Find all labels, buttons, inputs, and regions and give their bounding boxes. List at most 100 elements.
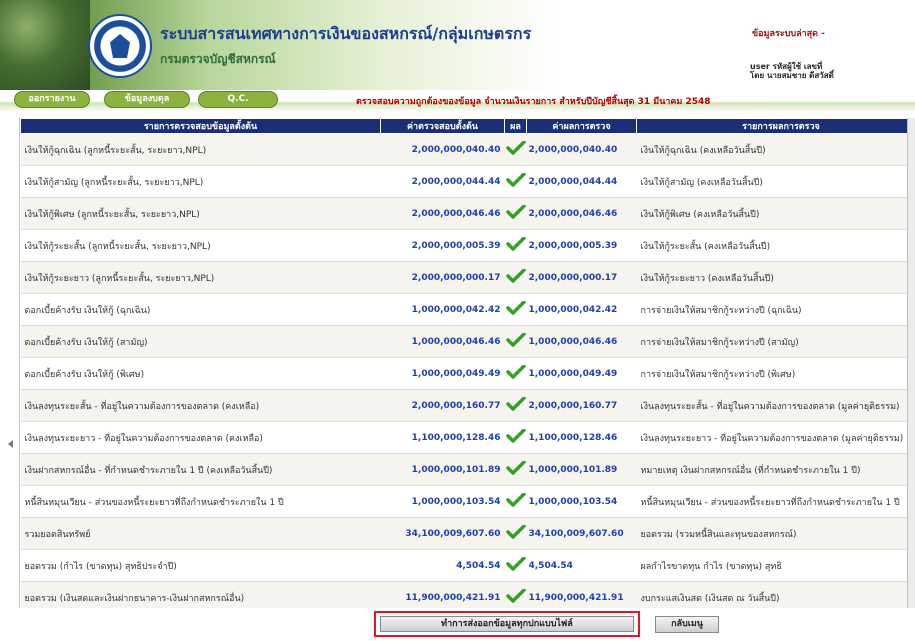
column-header-check-value: ค่าผลการตรวจ bbox=[526, 118, 637, 134]
check-value: 2,000,000,046.46 bbox=[526, 197, 637, 230]
check-item-label: ดอกเบี้ยค้างรับ เงินให้กู้ (ฉุกเฉิน) bbox=[20, 293, 381, 326]
verification-table: รายการตรวจสอบข้อมูลตั้งต้น ค่าตรวจสอบตั้… bbox=[20, 118, 915, 608]
column-header-result: ผล bbox=[504, 118, 527, 134]
check-mark-icon bbox=[504, 325, 527, 358]
check-value: 4,504.54 bbox=[526, 549, 637, 582]
check-item-label: ยอดรวม (เงินสดและเงินฝากธนาคาร-เงินฝากสห… bbox=[20, 581, 381, 608]
check-mark-icon bbox=[504, 517, 527, 550]
seal-emblem-icon bbox=[110, 34, 130, 58]
table-row: เงินฝากสหกรณ์อื่น - ที่กำหนดชำระภายใน 1 … bbox=[20, 453, 915, 486]
check-value: 2,000,000,160.77 bbox=[526, 389, 637, 422]
table-row: ดอกเบี้ยค้างรับ เงินให้กู้ (พิเศษ) 1,000,… bbox=[20, 357, 915, 390]
initial-value: 2,000,000,046.46 bbox=[380, 197, 505, 230]
check-mark-icon bbox=[504, 229, 527, 262]
check-item-label: ดอกเบี้ยค้างรับ เงินให้กู้ (สามัญ) bbox=[20, 325, 381, 358]
check-item-label: ดอกเบี้ยค้างรับ เงินให้กู้ (พิเศษ) bbox=[20, 357, 381, 390]
table-row: เงินให้กู้ระยะสั้น (ลูกหนี้ระยะสั้น, ระย… bbox=[20, 229, 915, 262]
check-value: 2,000,000,044.44 bbox=[526, 165, 637, 198]
app-subtitle: กรมตรวจบัญชีสหกรณ์ bbox=[160, 52, 276, 66]
check-item-label: เงินให้กู้สามัญ (ลูกหนี้ระยะสั้น, ระยะยา… bbox=[20, 165, 381, 198]
result-item-label: เงินให้กู้ฉุกเฉิน (คงเหลือวันสิ้นปี) bbox=[636, 133, 915, 166]
column-header-result-item: รายการผลการตรวจ bbox=[636, 118, 915, 134]
initial-value: 1,000,000,049.49 bbox=[380, 357, 505, 390]
result-item-label: หมายเหตุ เงินฝากสหกรณ์อื่น (ที่กำหนดชำระ… bbox=[636, 453, 915, 486]
result-item-label: เงินลงทุนระยะสั้น - ที่อยู่ในความต้องการ… bbox=[636, 389, 915, 422]
app-title: ระบบสารสนเทศทางการเงินของสหกรณ์/กลุ่มเกษ… bbox=[160, 24, 532, 43]
result-item-label: ยอดรวม (รวมหนี้สินและทุนของสหกรณ์) bbox=[636, 517, 915, 550]
initial-value: 2,000,000,000.17 bbox=[380, 261, 505, 294]
last-update-label: ข้อมูลระบบล่าสุด - bbox=[752, 29, 825, 39]
tab-qc[interactable]: Q.C. bbox=[198, 91, 278, 108]
department-seal-logo bbox=[88, 14, 152, 78]
check-mark-icon bbox=[504, 581, 527, 608]
check-value: 1,000,000,042.42 bbox=[526, 293, 637, 326]
initial-value: 4,504.54 bbox=[380, 549, 505, 582]
check-value: 1,000,000,101.89 bbox=[526, 453, 637, 486]
table-row: รวมยอดสินทรัพย์ 34,100,009,607.60 34,100,0… bbox=[20, 517, 915, 550]
check-mark-icon bbox=[504, 133, 527, 166]
table-body: เงินให้กู้ฉุกเฉิน (ลูกหนี้ระยะสั้น, ระยะ… bbox=[20, 133, 915, 608]
initial-value: 2,000,000,160.77 bbox=[380, 389, 505, 422]
initial-value: 34,100,009,607.60 bbox=[380, 517, 505, 550]
result-item-label: เงินให้กู้ระยะยาว (คงเหลือวันสิ้นปี) bbox=[636, 261, 915, 294]
check-item-label: เงินลงทุนระยะยาว - ที่อยู่ในความต้องการข… bbox=[20, 421, 381, 454]
table-row: ดอกเบี้ยค้างรับ เงินให้กู้ (สามัญ) 1,000,… bbox=[20, 325, 915, 358]
check-mark-icon bbox=[504, 485, 527, 518]
initial-value: 1,100,000,128.46 bbox=[380, 421, 505, 454]
vertical-scrollbar[interactable] bbox=[907, 118, 915, 608]
initial-value: 1,000,000,101.89 bbox=[380, 453, 505, 486]
table-row: เงินลงทุนระยะสั้น - ที่อยู่ในความต้องการ… bbox=[20, 389, 915, 422]
table-row: ยอดรวม (กำไร (ขาดทุน) สุทธิประจำปี) 4,504… bbox=[20, 549, 915, 582]
column-header-initial-value: ค่าตรวจสอบตั้งต้น bbox=[380, 118, 505, 134]
initial-value: 1,000,000,046.46 bbox=[380, 325, 505, 358]
table-row: ดอกเบี้ยค้างรับ เงินให้กู้ (ฉุกเฉิน) 1,00… bbox=[20, 293, 915, 326]
header-trees-image bbox=[0, 0, 90, 90]
check-value: 2,000,000,000.17 bbox=[526, 261, 637, 294]
left-arrow-icon[interactable] bbox=[8, 440, 13, 448]
check-mark-icon bbox=[504, 357, 527, 390]
check-value: 34,100,009,607.60 bbox=[526, 517, 637, 550]
table-row: เงินให้กู้ฉุกเฉิน (ลูกหนี้ระยะสั้น, ระยะ… bbox=[20, 133, 915, 166]
table-row: ยอดรวม (เงินสดและเงินฝากธนาคาร-เงินฝากสห… bbox=[20, 581, 915, 608]
nav-bar: ออกรายงาน ข้อมูลงบดุล Q.C. ตรวจสอบความถู… bbox=[0, 90, 915, 112]
result-item-label: เงินให้กู้ระยะสั้น (คงเหลือวันสิ้นปี) bbox=[636, 229, 915, 262]
result-item-label: การจ่ายเงินให้สมาชิกกู้ระหว่างปี (ฉุกเฉิ… bbox=[636, 293, 915, 326]
result-item-label: ผลกำไรขาดทุน กำไร (ขาดทุน) สุทธิ bbox=[636, 549, 915, 582]
user-info: user รหัสผู้ใช้ เลขที่ โดย นายสมชาย ดีสว… bbox=[750, 62, 834, 80]
check-value: 1,000,000,046.46 bbox=[526, 325, 637, 358]
left-edge bbox=[0, 118, 18, 641]
table-header-row: รายการตรวจสอบข้อมูลตั้งต้น ค่าตรวจสอบตั้… bbox=[20, 118, 915, 134]
check-item-label: ยอดรวม (กำไร (ขาดทุน) สุทธิประจำปี) bbox=[20, 549, 381, 582]
export-data-button[interactable]: ทำการส่งออกข้อมูลทุกปกแบบไฟล์ bbox=[380, 616, 634, 632]
check-value: 2,000,000,005.39 bbox=[526, 229, 637, 262]
check-value: 1,100,000,128.46 bbox=[526, 421, 637, 454]
check-item-label: เงินให้กู้ฉุกเฉิน (ลูกหนี้ระยะสั้น, ระยะ… bbox=[20, 133, 381, 166]
user-name-label: โดย นายสมชาย ดีสวัสดิ์ bbox=[750, 71, 834, 80]
verification-table-container: รายการตรวจสอบข้อมูลตั้งต้น ค่าตรวจสอบตั้… bbox=[19, 118, 915, 608]
table-row: เงินให้กู้สามัญ (ลูกหนี้ระยะสั้น, ระยะยา… bbox=[20, 165, 915, 198]
check-mark-icon bbox=[504, 293, 527, 326]
check-mark-icon bbox=[504, 421, 527, 454]
initial-value: 2,000,000,040.40 bbox=[380, 133, 505, 166]
check-item-label: เงินให้กู้ระยะสั้น (ลูกหนี้ระยะสั้น, ระย… bbox=[20, 229, 381, 262]
back-to-menu-button[interactable]: กลับเมนู bbox=[655, 616, 719, 633]
tab-report[interactable]: ออกรายงาน bbox=[14, 91, 90, 108]
check-mark-icon bbox=[504, 261, 527, 294]
result-item-label: เงินให้กู้สามัญ (คงเหลือวันสิ้นปี) bbox=[636, 165, 915, 198]
check-item-label: หนี้สินหมุนเวียน - ส่วนของหนี้ระยะยาวที่… bbox=[20, 485, 381, 518]
initial-value: 1,000,000,103.54 bbox=[380, 485, 505, 518]
export-button-highlight: ทำการส่งออกข้อมูลทุกปกแบบไฟล์ bbox=[374, 611, 640, 637]
page-heading: ตรวจสอบความถูกต้องของข้อมูล จำนวนเงินราย… bbox=[356, 97, 711, 107]
header: ระบบสารสนเทศทางการเงินของสหกรณ์/กลุ่มเกษ… bbox=[0, 0, 915, 94]
check-value: 1,000,000,049.49 bbox=[526, 357, 637, 390]
check-mark-icon bbox=[504, 197, 527, 230]
initial-value: 2,000,000,005.39 bbox=[380, 229, 505, 262]
tab-balance-data[interactable]: ข้อมูลงบดุล bbox=[104, 91, 190, 108]
table-row: เงินลงทุนระยะยาว - ที่อยู่ในความต้องการข… bbox=[20, 421, 915, 454]
check-item-label: เงินฝากสหกรณ์อื่น - ที่กำหนดชำระภายใน 1 … bbox=[20, 453, 381, 486]
result-item-label: การจ่ายเงินให้สมาชิกกู้ระหว่างปี (พิเศษ) bbox=[636, 357, 915, 390]
check-value: 2,000,000,040.40 bbox=[526, 133, 637, 166]
result-item-label: การจ่ายเงินให้สมาชิกกู้ระหว่างปี (สามัญ) bbox=[636, 325, 915, 358]
check-mark-icon bbox=[504, 549, 527, 582]
initial-value: 2,000,000,044.44 bbox=[380, 165, 505, 198]
